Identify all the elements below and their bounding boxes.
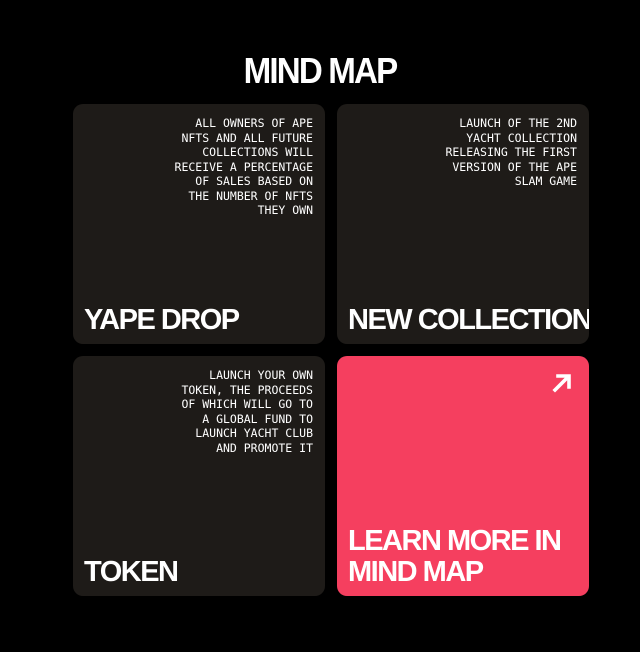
card-title: YAPE DROP — [84, 304, 240, 336]
card-description: ALL OWNERS OF APE NFTS AND ALL FUTURE CO… — [174, 116, 313, 217]
card-description: LAUNCH OF THE 2ND YACHT COLLECTION RELEA… — [445, 116, 577, 188]
learn-more-card[interactable]: LEARN MORE IN MIND MAP — [337, 356, 589, 596]
card-token[interactable]: LAUNCH YOUR OWN TOKEN, THE PROCEEDS OF W… — [73, 356, 325, 596]
mind-map-grid: ALL OWNERS OF APE NFTS AND ALL FUTURE CO… — [73, 104, 589, 596]
card-new-collection[interactable]: LAUNCH OF THE 2ND YACHT COLLECTION RELEA… — [337, 104, 589, 344]
learn-more-label: LEARN MORE IN MIND MAP — [348, 525, 562, 588]
page-title: MIND MAP — [243, 50, 399, 92]
arrow-up-right-icon — [552, 374, 571, 393]
card-yape-drop[interactable]: ALL OWNERS OF APE NFTS AND ALL FUTURE CO… — [73, 104, 325, 344]
card-description: LAUNCH YOUR OWN TOKEN, THE PROCEEDS OF W… — [181, 368, 313, 455]
card-title: TOKEN — [84, 556, 179, 588]
card-title: NEW COLLECTION — [348, 304, 589, 336]
